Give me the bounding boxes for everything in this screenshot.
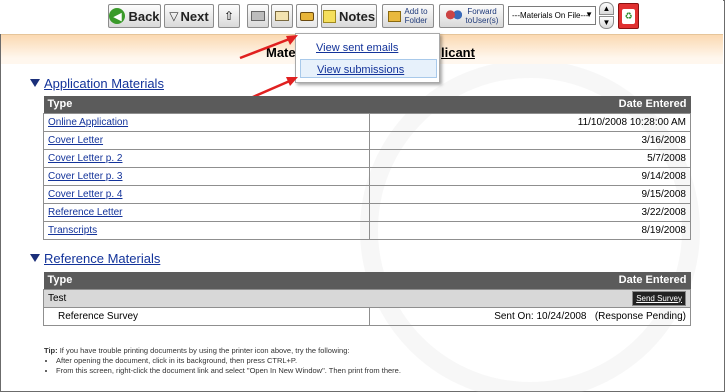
truck-icon [300,11,314,21]
forward-line2: toUser(s) [465,16,499,25]
history-button[interactable] [296,4,318,28]
notes-button[interactable]: Notes [321,4,377,28]
forward-line1: Forward [467,7,497,16]
table-row: Online Application 11/10/2008 10:28:00 A… [43,112,691,132]
reference-group-row: Test Send Survey [43,288,691,308]
document-link[interactable]: Reference Letter [48,207,123,218]
back-arrow-icon: ◀ [109,8,126,24]
reference-group-name: Test [43,288,370,308]
document-link[interactable]: Online Application [48,117,128,128]
survey-name: Reference Survey [43,306,370,326]
table-row: Cover Letter p. 4 9/15/2008 [43,184,691,204]
tip-item: From this screen, right-click the docume… [56,366,401,376]
users-icon [444,10,463,22]
document-link[interactable]: Cover Letter p. 2 [48,153,122,164]
survey-status: Sent On: 10/24/2008 (Response Pending) [369,306,691,326]
application-materials-heading[interactable]: Application Materials [44,76,164,91]
add-to-folder-line2: Folder [404,16,428,25]
date-cell: 11/10/2008 10:28:00 AM [369,112,691,132]
materials-select-value: ---Materials On File--- [512,11,589,20]
date-cell: 3/16/2008 [369,130,691,150]
date-cell: 3/22/2008 [369,202,691,222]
email-button[interactable] [271,4,293,28]
materials-select[interactable]: ---Materials On File--- ▼ [508,6,596,25]
chevron-down-icon: ▼ [585,10,593,19]
col-type-header: Type [43,272,370,289]
col-date-header: Date Entered [369,96,691,113]
date-cell: 5/7/2008 [369,148,691,168]
next-button[interactable]: ▽ Next [164,4,214,28]
reference-materials-table: Type Date Entered Test Send Survey Refer… [43,272,691,326]
toolbar: ◀ Back ▽ Next ⇧ Notes Add to Folder Forw… [0,0,723,34]
reference-materials-heading[interactable]: Reference Materials [44,251,160,266]
add-to-folder-line1: Add to [404,7,428,16]
table-row: Transcripts 8/19/2008 [43,220,691,240]
date-cell: 8/19/2008 [369,220,691,240]
up-button[interactable]: ⇧ [218,4,240,28]
table-row: Cover Letter p. 2 5/7/2008 [43,148,691,168]
chevron-down-icon: ▽ [169,9,179,23]
forward-label: Forward toUser(s) [466,7,499,25]
tips-lead-bold: Tip: [44,346,58,355]
col-date-header: Date Entered [369,272,691,289]
down-chevron-icon: ▼ [602,18,611,27]
date-cell: 9/15/2008 [369,184,691,204]
recycle-icon: ♻ [622,8,635,24]
back-button[interactable]: ◀ Back [108,4,161,28]
send-survey-button[interactable]: Send Survey [632,290,686,306]
table-row: Reference Letter 3/22/2008 [43,202,691,222]
table-row: Reference Survey Sent On: 10/24/2008 (Re… [43,306,691,326]
application-materials-table: Type Date Entered Online Application 11/… [43,96,691,240]
folder-icon [388,10,402,22]
view-sent-emails-item[interactable]: View sent emails [300,38,437,57]
printer-icon [251,11,265,21]
up-arrow-icon: ⇧ [223,9,235,23]
document-link[interactable]: Cover Letter [48,135,103,146]
add-to-folder-label: Add to Folder [404,7,427,25]
tips-lead: If you have trouble printing documents b… [57,346,350,355]
add-to-folder-button[interactable]: Add to Folder [382,4,434,28]
col-type-header: Type [43,96,370,113]
scroll-up-button[interactable]: ▲ [599,2,614,15]
history-dropdown-menu: View sent emails View submissions [295,33,440,83]
forward-to-users-button[interactable]: Forward toUser(s) [439,4,504,28]
tip-item: After opening the document, click in its… [56,356,401,366]
document-link[interactable]: Transcripts [48,225,97,236]
note-icon [322,9,336,23]
recycle-button[interactable]: ♻ [618,3,639,29]
printing-tips: Tip: If you have trouble printing docume… [44,346,401,376]
table-row: Cover Letter 3/16/2008 [43,130,691,150]
scroll-down-button[interactable]: ▼ [599,16,614,29]
document-link[interactable]: Cover Letter p. 4 [48,189,122,200]
page-title-right: licant [441,45,475,60]
collapse-triangle-icon[interactable] [30,254,40,262]
date-cell: 9/14/2008 [369,166,691,186]
print-button[interactable] [247,4,269,28]
envelope-icon [275,11,289,21]
up-chevron-icon: ▲ [602,4,611,13]
collapse-triangle-icon[interactable] [30,79,40,87]
table-row: Cover Letter p. 3 9/14/2008 [43,166,691,186]
view-submissions-item[interactable]: View submissions [300,59,437,78]
document-link[interactable]: Cover Letter p. 3 [48,171,122,182]
